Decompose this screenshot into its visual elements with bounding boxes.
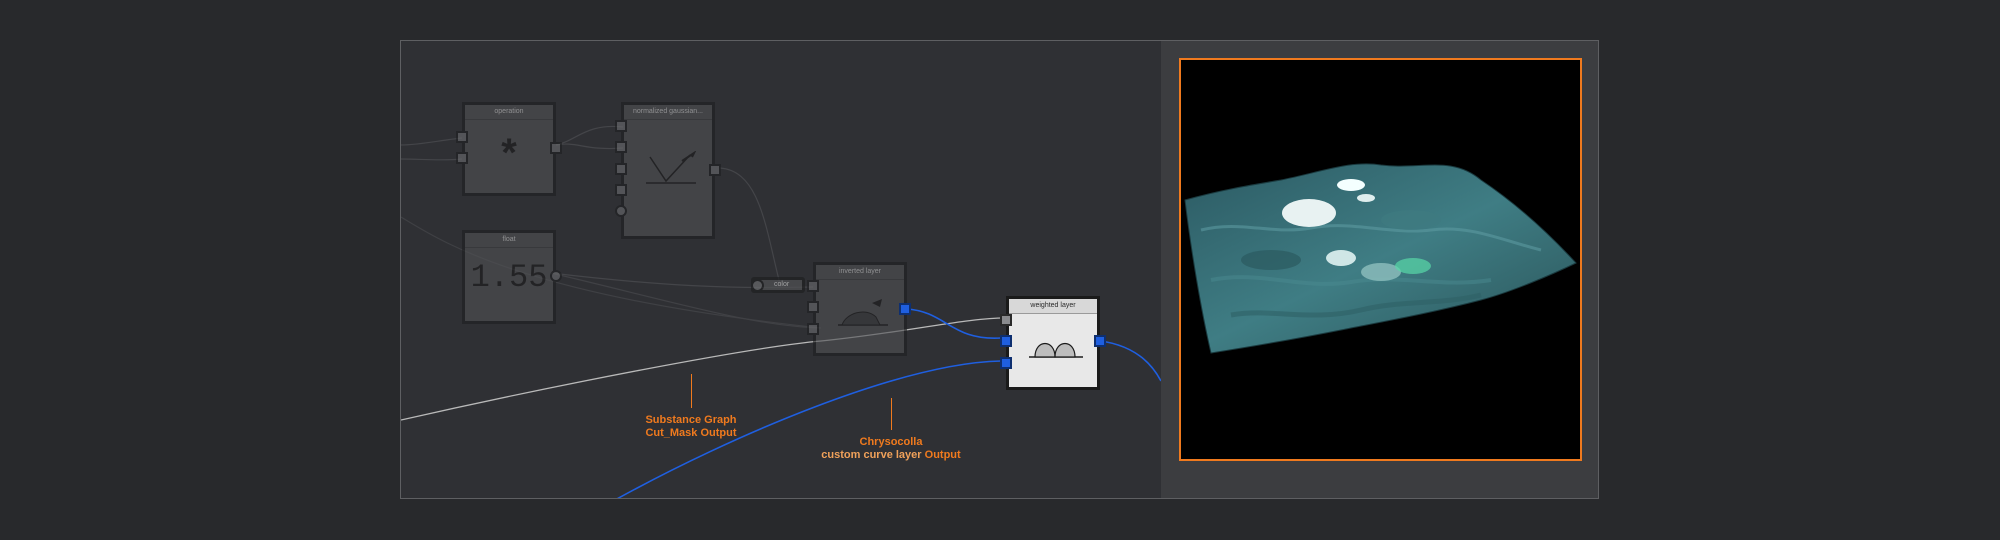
input-port[interactable] (807, 301, 819, 313)
node-title: operation (465, 105, 553, 120)
wire-blue (905, 308, 1002, 339)
input-port[interactable] (807, 280, 819, 292)
terrain-render (1184, 163, 1577, 354)
chip-label: color (774, 281, 790, 288)
wire-faint (719, 167, 782, 289)
3d-preview-viewport[interactable] (1179, 58, 1582, 461)
input-port[interactable] (456, 131, 468, 143)
input-port[interactable] (1000, 314, 1012, 326)
input-port[interactable] (615, 184, 627, 196)
node-title: normalized gaussian... (624, 105, 712, 120)
slope-graph-icon (646, 151, 697, 184)
input-port[interactable] (615, 205, 627, 217)
output-port[interactable] (709, 164, 721, 176)
output-port[interactable] (1094, 335, 1106, 347)
weighted-layer-node[interactable]: weighted layer (1000, 296, 1106, 390)
node-editor-window: operation * normalized gaussian... float (400, 40, 1599, 499)
node-title: weighted layer (1009, 299, 1097, 314)
input-port[interactable] (615, 163, 627, 175)
input-port[interactable] (1000, 335, 1012, 347)
output-port[interactable] (550, 142, 562, 154)
curve-layer-icon (838, 299, 888, 326)
multiply-symbol: * (501, 131, 517, 175)
wire-faint (401, 137, 463, 146)
preview-pane (1161, 41, 1598, 498)
color-chip[interactable]: color (751, 277, 805, 293)
node-title: float (465, 233, 553, 248)
float-node[interactable]: float 1.55 (462, 230, 562, 324)
wire-faint (401, 158, 463, 161)
input-port[interactable] (615, 141, 627, 153)
distribution-node[interactable]: normalized gaussian... (615, 102, 721, 239)
input-port[interactable] (807, 323, 819, 335)
annotation-chrysocolla: Chrysocolla custom curve layer Output (801, 398, 981, 462)
annotation-cut-mask: Substance Graph Cut_Mask Output (611, 374, 771, 440)
output-port[interactable] (751, 279, 764, 292)
input-port[interactable] (615, 120, 627, 132)
wire-faint (555, 143, 624, 150)
curve-layer-node[interactable]: inverted layer (807, 262, 907, 356)
node-title: inverted layer (816, 265, 904, 280)
input-port[interactable] (456, 152, 468, 164)
output-port[interactable] (550, 270, 562, 282)
node-graph-canvas[interactable]: operation * normalized gaussian... float (401, 41, 1161, 498)
wire-faint (555, 125, 624, 146)
input-port[interactable] (1000, 357, 1012, 369)
weighted-curve-icon (1029, 342, 1083, 358)
operator-node[interactable]: operation * (456, 102, 562, 196)
float-value[interactable]: 1.55 (465, 259, 553, 296)
output-port[interactable] (899, 303, 911, 315)
